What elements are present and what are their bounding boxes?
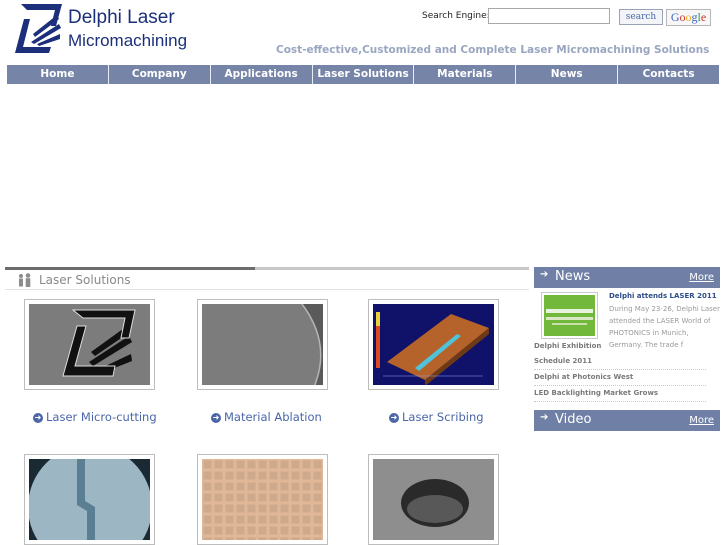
caption-label: Laser Scribing	[402, 410, 484, 424]
arrow-right-icon: ➜	[33, 413, 43, 423]
news-link-4[interactable]: LED Backlighting Market Grows	[534, 389, 658, 397]
laser-scribing-photo	[373, 304, 494, 385]
material-ablation-link[interactable]: ➜ Material Ablation	[211, 410, 322, 424]
news-link-2[interactable]: Schedule 2011	[534, 357, 592, 365]
news-link-3[interactable]: Delphi at Photonics West	[534, 373, 633, 381]
news-more-link[interactable]: More	[689, 272, 714, 283]
news-separator	[534, 401, 706, 402]
search-input[interactable]	[488, 8, 610, 24]
news-headline[interactable]: Delphi attends LASER 2011	[609, 292, 717, 300]
material-ablation-photo	[202, 304, 323, 385]
nav-home[interactable]: Home	[7, 65, 109, 84]
arrow-right-icon: ➜	[211, 413, 221, 423]
arrow-right-icon: ➜	[389, 413, 399, 423]
logo-title: Delphi Laser	[68, 7, 175, 28]
nav-laser-solutions[interactable]: Laser Solutions	[313, 65, 415, 84]
caption-label: Material Ablation	[224, 410, 322, 424]
news-panel-header: ➔ News More	[534, 267, 720, 288]
news-separator	[534, 385, 706, 386]
material-ablation-image[interactable]	[197, 299, 328, 390]
caption-label: Laser Micro-cutting	[46, 410, 157, 424]
news-separator	[534, 369, 706, 370]
solution-image-6[interactable]	[368, 454, 499, 545]
news-summary: During May 23-26, Delphi Laser attended …	[609, 305, 720, 349]
section-title: Laser Solutions	[39, 273, 131, 287]
solution-photo-4	[29, 459, 150, 540]
section-divider-accent	[5, 267, 255, 270]
solution-photo-6	[373, 459, 494, 540]
site-tagline: Cost-effective,Customized and Complete L…	[276, 44, 710, 56]
solution-image-5[interactable]	[197, 454, 328, 545]
video-panel-header: ➔ Video More	[534, 410, 720, 431]
laser-micro-cutting-link[interactable]: ➜ Laser Micro-cutting	[33, 410, 157, 424]
main-nav: Home Company Applications Laser Solution…	[7, 65, 719, 84]
search-button[interactable]: search	[619, 9, 663, 25]
section-underline	[5, 289, 529, 290]
delphi-logo-icon	[15, 4, 62, 53]
people-icon	[19, 273, 31, 287]
news-title: News	[555, 269, 591, 284]
laser-scribing-link[interactable]: ➜ Laser Scribing	[389, 410, 484, 424]
arrow-icon: ➔	[540, 412, 549, 423]
nav-news[interactable]: News	[516, 65, 619, 84]
micro-cutting-image[interactable]	[24, 299, 155, 390]
video-more-link[interactable]: More	[689, 415, 714, 426]
news-link-1[interactable]: Delphi Exhibition	[534, 342, 601, 350]
nav-materials[interactable]: Materials	[414, 65, 517, 84]
nav-company[interactable]: Company	[109, 65, 211, 84]
nav-applications[interactable]: Applications	[211, 65, 313, 84]
micro-cutting-photo	[29, 304, 150, 385]
laser-2011-banner	[544, 295, 595, 336]
nav-contacts[interactable]: Contacts	[618, 65, 719, 84]
site-logo[interactable]: Delphi Laser Micromachining	[15, 4, 187, 56]
logo-subtitle: Micromachining	[68, 31, 188, 50]
arrow-icon: ➔	[540, 269, 549, 280]
laser-scribing-image[interactable]	[368, 299, 499, 390]
video-title: Video	[555, 412, 592, 427]
news-thumbnail[interactable]	[541, 292, 598, 339]
google-search-button[interactable]: Google	[666, 9, 711, 26]
solution-image-4[interactable]	[24, 454, 155, 545]
search-label: Search Engine:	[422, 11, 490, 21]
solution-photo-5	[202, 459, 323, 540]
google-wordmark: Google	[670, 10, 707, 24]
